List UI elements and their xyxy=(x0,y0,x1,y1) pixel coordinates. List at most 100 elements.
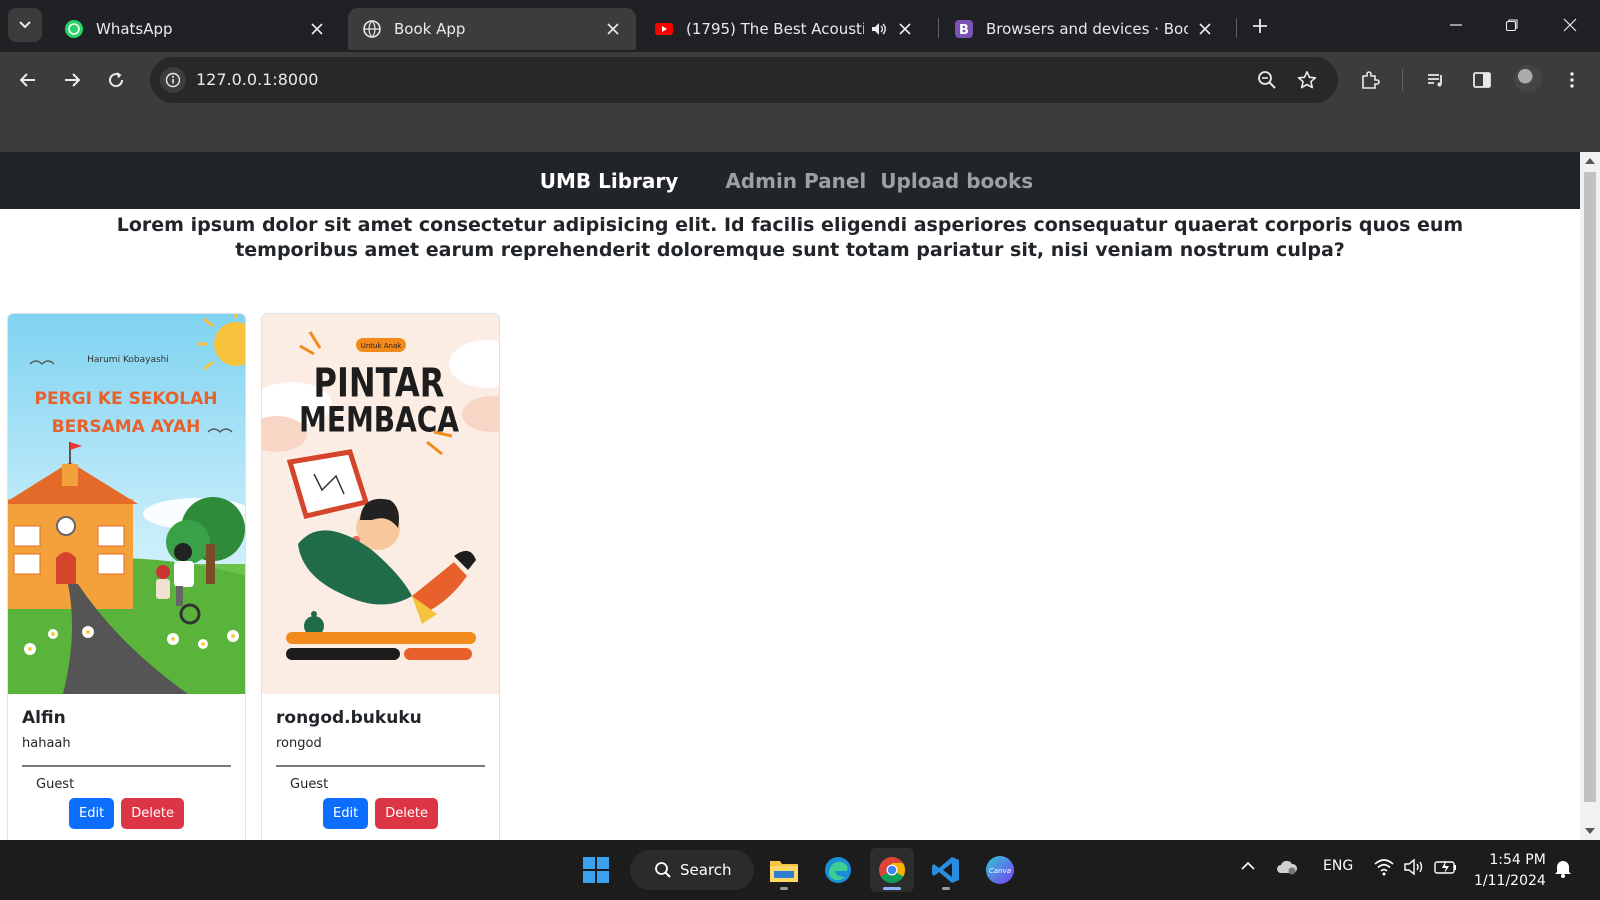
language-indicator[interactable]: ENG xyxy=(1323,858,1353,874)
scrollbar-thumb[interactable] xyxy=(1584,172,1596,802)
side-panel-icon xyxy=(1473,72,1491,88)
cloud-icon xyxy=(1277,860,1298,875)
star-icon xyxy=(1297,71,1317,89)
clock-date: 1/11/2024 xyxy=(1474,873,1546,889)
taskbar-canva[interactable]: Canva xyxy=(978,848,1022,892)
reload-button[interactable] xyxy=(98,62,134,98)
page-scrollbar[interactable] xyxy=(1580,152,1600,840)
media-queue-icon xyxy=(1428,74,1442,87)
url-text[interactable]: 127.0.0.1:8000 xyxy=(196,70,318,89)
browser-menu-button[interactable] xyxy=(1554,62,1590,98)
running-indicator xyxy=(883,887,901,890)
taskbar-search[interactable]: Search xyxy=(630,850,754,890)
profile-avatar[interactable] xyxy=(1514,65,1542,93)
book-title: rongod.bukuku xyxy=(276,708,422,728)
restore-icon xyxy=(1505,19,1518,32)
globe-icon xyxy=(363,20,381,38)
forward-button[interactable] xyxy=(54,62,90,98)
book-cover-image: Untuk Anak PINTAR MEMBACA xyxy=(262,314,499,694)
chrome-icon xyxy=(879,857,906,884)
zoom-out-icon xyxy=(1258,71,1276,89)
card-divider xyxy=(276,765,485,767)
book-card-body: Alfin hahaah Guest Edit Delete xyxy=(8,694,245,829)
arrow-right-icon xyxy=(65,73,81,87)
wifi-status[interactable] xyxy=(1374,858,1394,880)
tab-whatsapp[interactable]: WhatsApp xyxy=(50,8,340,50)
side-panel-button[interactable] xyxy=(1464,62,1500,98)
tab-youtube[interactable]: (1795) The Best Acoustic Co xyxy=(640,8,928,50)
tab-bootstrap[interactable]: B Browsers and devices · Bootstra xyxy=(940,8,1228,50)
svg-text:B: B xyxy=(959,23,969,38)
close-icon[interactable] xyxy=(308,20,326,38)
notifications-button[interactable] xyxy=(1554,858,1572,882)
extensions-button[interactable] xyxy=(1352,62,1388,98)
address-bar[interactable]: 127.0.0.1:8000 xyxy=(150,57,1338,103)
restore-button[interactable] xyxy=(1494,10,1530,40)
book-user-role: Guest xyxy=(290,777,329,792)
taskbar-vscode[interactable] xyxy=(924,848,968,892)
browser-tabstrip: WhatsApp Book App (1795) The Best Acoust… xyxy=(0,0,1600,52)
tab-search-button[interactable] xyxy=(8,8,42,42)
nav-link-admin-panel[interactable]: Admin Panel xyxy=(725,169,866,193)
speaker-icon[interactable] xyxy=(870,20,888,38)
close-icon[interactable] xyxy=(1196,20,1214,38)
window-close-button[interactable] xyxy=(1552,10,1588,40)
search-label: Search xyxy=(680,861,732,879)
onedrive-status[interactable] xyxy=(1276,858,1298,880)
tray-overflow-button[interactable] xyxy=(1240,858,1256,878)
tab-title: Browsers and devices · Bootstra xyxy=(986,20,1188,38)
scroll-down-arrow[interactable] xyxy=(1585,828,1595,834)
minimize-button[interactable] xyxy=(1438,10,1474,40)
chevron-up-icon xyxy=(1241,861,1255,870)
tab-title: (1795) The Best Acoustic Co xyxy=(686,20,864,38)
book-card-body: rongod.bukuku rongod Guest Edit Delete xyxy=(262,694,499,829)
card-divider xyxy=(22,765,231,767)
youtube-icon xyxy=(655,23,673,35)
close-icon[interactable] xyxy=(604,20,622,38)
minimize-icon xyxy=(1450,24,1462,26)
book-actions: Edit Delete xyxy=(276,798,485,829)
system-clock[interactable]: 1:54 PM 1/11/2024 xyxy=(1474,850,1546,892)
browser-toolbar: 127.0.0.1:8000 xyxy=(0,52,1600,152)
taskbar-file-explorer[interactable] xyxy=(762,848,806,892)
puzzle-icon xyxy=(1362,71,1380,89)
search-icon xyxy=(655,862,671,878)
running-indicator xyxy=(780,887,788,890)
book-cover-illustration: Untuk Anak PINTAR MEMBACA xyxy=(262,314,499,694)
back-button[interactable] xyxy=(10,62,46,98)
site-navbar: UMB Library Admin Panel Upload books xyxy=(0,152,1580,209)
page-viewport: UMB Library Admin Panel Upload books Lor… xyxy=(0,152,1580,840)
delete-button[interactable]: Delete xyxy=(121,798,184,829)
bookmark-button[interactable] xyxy=(1294,67,1320,93)
navbar-brand[interactable]: UMB Library xyxy=(540,169,679,193)
start-button[interactable] xyxy=(574,848,618,892)
taskbar-chrome[interactable] xyxy=(870,848,914,892)
delete-button[interactable]: Delete xyxy=(375,798,438,829)
plus-icon xyxy=(1253,19,1267,33)
tab-separator xyxy=(1236,18,1237,38)
wifi-icon xyxy=(1374,859,1394,876)
canva-icon: Canva xyxy=(986,856,1014,884)
book-actions: Edit Delete xyxy=(22,798,231,829)
close-icon[interactable] xyxy=(896,20,914,38)
new-tab-button[interactable] xyxy=(1246,12,1274,40)
edit-button[interactable]: Edit xyxy=(323,798,369,829)
zoom-button[interactable] xyxy=(1254,67,1280,93)
battery-status[interactable] xyxy=(1434,858,1458,880)
intro-text: Lorem ipsum dolor sit amet consectetur a… xyxy=(116,214,1464,261)
media-controls-button[interactable] xyxy=(1418,62,1454,98)
nav-link-upload-books[interactable]: Upload books xyxy=(880,169,1033,193)
windows-taskbar: Search Canva ENG 1:54 PM 1/11/2024 xyxy=(0,840,1600,900)
site-info-button[interactable] xyxy=(160,67,186,93)
scroll-up-arrow[interactable] xyxy=(1585,158,1595,164)
volume-status[interactable] xyxy=(1404,858,1426,880)
tab-book-app[interactable]: Book App xyxy=(348,8,636,50)
taskbar-edge[interactable] xyxy=(816,848,860,892)
book-subtitle: rongod xyxy=(276,736,322,751)
volume-icon xyxy=(1404,858,1423,876)
edit-button[interactable]: Edit xyxy=(69,798,115,829)
toolbar-separator xyxy=(1402,69,1403,91)
tab-title: Book App xyxy=(394,20,466,38)
tab-title: WhatsApp xyxy=(96,20,173,38)
whatsapp-icon xyxy=(65,20,83,38)
